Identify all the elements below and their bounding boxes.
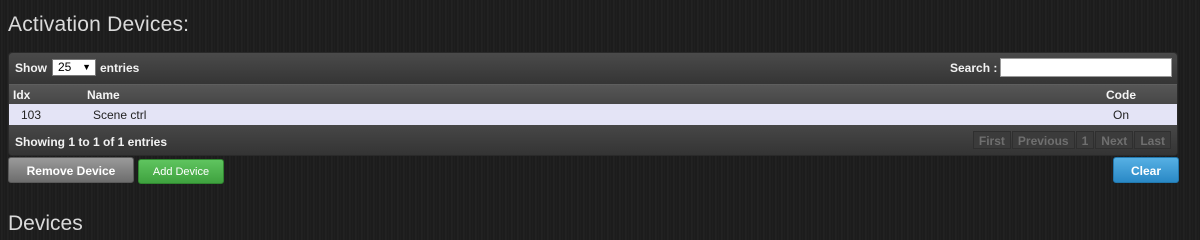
entries-label: entries (100, 61, 140, 75)
pager-previous-button[interactable]: Previous (1011, 131, 1075, 149)
pagination: First Previous 1 Next Last (972, 131, 1171, 149)
show-label: Show (15, 61, 47, 75)
pager-page-1-button[interactable]: 1 (1075, 131, 1095, 149)
column-header-name[interactable]: Name (87, 88, 120, 102)
pager-next-button[interactable]: Next (1095, 131, 1134, 149)
add-device-button[interactable]: Add Device (138, 159, 224, 184)
cell-idx: 103 (21, 108, 42, 122)
page-length-select[interactable]: 25 ▼ (52, 59, 96, 76)
cell-name: Scene ctrl (93, 108, 147, 122)
search-label: Search : (950, 61, 998, 75)
devices-section-heading: Devices (8, 212, 83, 235)
chevron-down-icon: ▼ (82, 62, 91, 72)
column-header-code[interactable]: Code (1106, 88, 1136, 102)
search-input[interactable] (1000, 58, 1172, 77)
clear-button[interactable]: Clear (1113, 157, 1179, 183)
pager-first-button[interactable]: First (972, 131, 1011, 149)
page-title: Activation Devices: (8, 13, 190, 36)
table-info: Showing 1 to 1 of 1 entries (15, 135, 168, 149)
devices-table: Idx Name Code 103 Scene ctrl On (9, 84, 1177, 125)
column-header-idx[interactable]: Idx (13, 88, 30, 102)
devices-table-panel: Show 25 ▼ entries Search : Idx Name Code… (8, 52, 1178, 156)
pager-last-button[interactable]: Last (1134, 131, 1171, 149)
table-toolbar: Show 25 ▼ entries Search : (9, 53, 1177, 84)
page-length-value: 25 (58, 60, 72, 74)
table-header: Idx Name Code (9, 84, 1177, 104)
remove-device-button[interactable]: Remove Device (8, 157, 134, 183)
table-footer: Showing 1 to 1 of 1 entries First Previo… (9, 125, 1177, 155)
table-row[interactable]: 103 Scene ctrl On (9, 104, 1177, 125)
cell-code: On (1113, 108, 1130, 122)
